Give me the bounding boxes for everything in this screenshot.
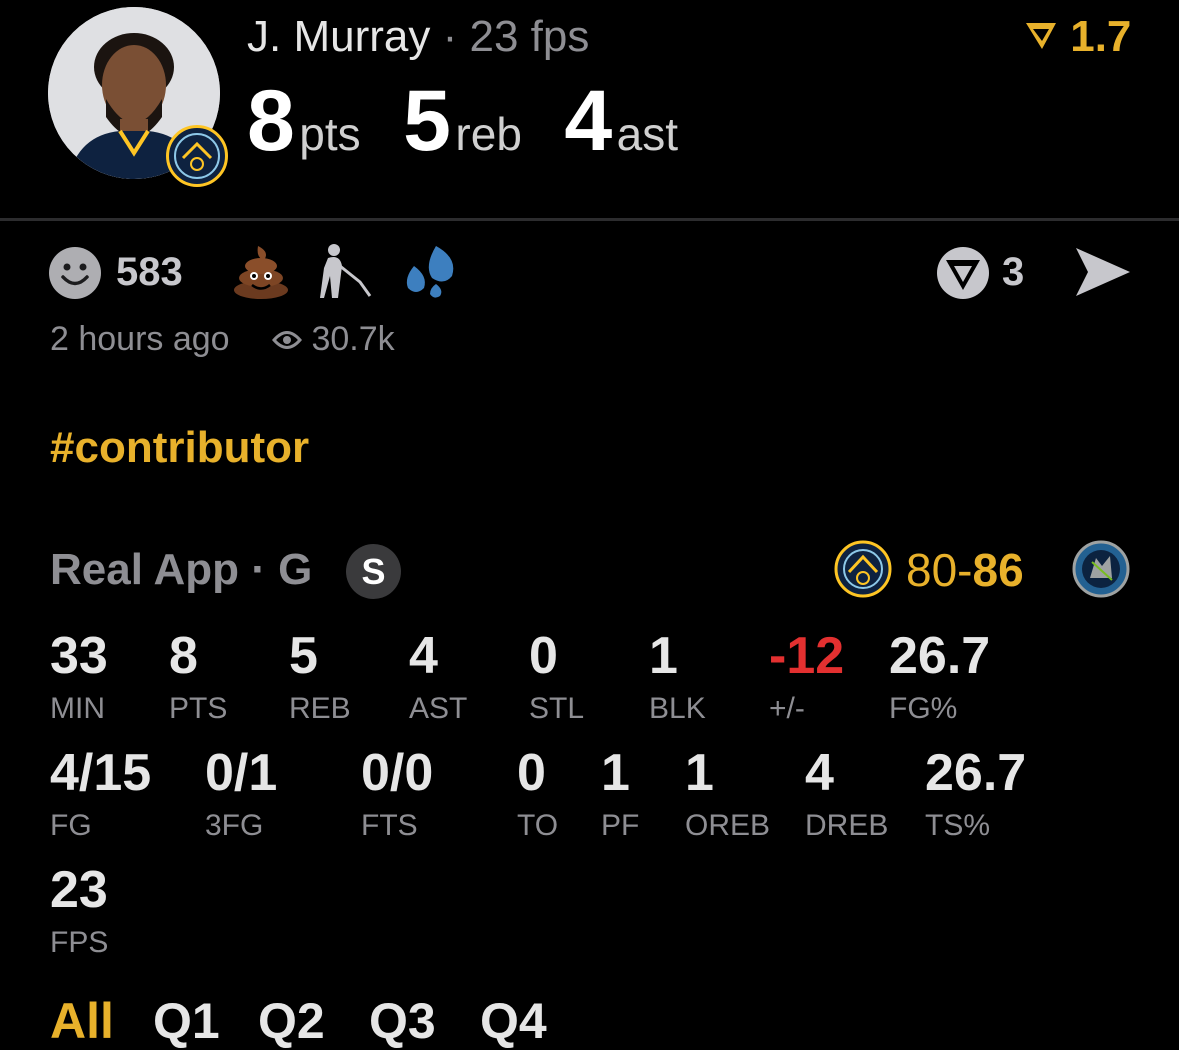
stat-value: 23 — [50, 861, 108, 919]
stat-label: +/- — [769, 692, 805, 725]
stat-ts-pct: 26.7 TS% — [925, 747, 1026, 843]
stat-ast: 4 AST — [409, 630, 467, 726]
stat-label: DREB — [805, 809, 889, 842]
smile-reaction-button[interactable] — [48, 246, 102, 305]
stat-value: 1 — [601, 744, 630, 802]
send-icon — [1076, 248, 1130, 296]
stat-label: TO — [517, 809, 559, 842]
ast-unit: ast — [616, 108, 679, 160]
s-badge: S — [346, 544, 401, 599]
stat-fps: 23 FPS — [50, 864, 108, 960]
stat-label: BLK — [649, 692, 706, 725]
v-count: 3 — [1002, 250, 1025, 294]
hashtag-link[interactable]: #contributor — [50, 423, 309, 473]
stat-oreb: 1 OREB — [685, 747, 770, 843]
stat-value: 0 — [529, 627, 558, 685]
stat-fg-pct: 26.7 FG% — [889, 630, 990, 726]
score-separator: - — [957, 544, 973, 596]
tab-q3[interactable]: Q3 — [369, 992, 436, 1050]
pts-unit: pts — [299, 108, 361, 160]
stat-label: REB — [289, 692, 351, 725]
smile-count: 583 — [116, 250, 183, 294]
stat-pts: 8 PTS — [169, 630, 227, 726]
eye-icon — [272, 331, 302, 349]
player-fps-inline: · 23 fps — [442, 12, 590, 61]
stat-label: MIN — [50, 692, 105, 725]
stat-label: OREB — [685, 809, 771, 842]
stat-value: -12 — [769, 627, 845, 685]
score-home: 80 — [906, 544, 958, 596]
header-divider — [0, 218, 1179, 221]
score-away: 86 — [972, 544, 1024, 596]
v-logo-icon — [937, 247, 989, 299]
stat-label: TS% — [925, 809, 991, 842]
stat-label: PTS — [169, 692, 228, 725]
stat-value: 0/1 — [205, 744, 278, 802]
game-source-label: Real App · G — [50, 545, 313, 594]
stat-value: 0/0 — [361, 744, 434, 802]
rating-badge[interactable]: 1.7 — [1024, 12, 1131, 62]
stat-value: 8 — [169, 627, 198, 685]
reb-unit: reb — [455, 108, 522, 160]
stat-stl: 0 STL — [529, 630, 584, 726]
stat-value: 1 — [685, 744, 714, 802]
game-score: 80-86 — [906, 543, 1024, 597]
views-count: 30.7k — [311, 320, 395, 358]
player-name: J. Murray — [247, 12, 431, 61]
stat-value: 4/15 — [50, 744, 152, 802]
stat-value: 4 — [409, 627, 438, 685]
stat-fg: 4/15 FG — [50, 747, 151, 843]
stat-value: 0 — [517, 744, 546, 802]
nuggets-logo-icon — [166, 125, 228, 187]
player-name-line: J. Murray · 23 fps — [247, 12, 589, 62]
stat-label: 3FG — [205, 809, 264, 842]
tab-q4[interactable]: Q4 — [480, 992, 547, 1050]
stat-label: FTS — [361, 809, 418, 842]
tab-all[interactable]: All — [50, 992, 114, 1050]
views-count-group: 30.7k — [272, 320, 395, 359]
smile-icon — [49, 247, 101, 299]
rating-value: 1.7 — [1070, 12, 1132, 61]
v-count-button[interactable] — [936, 246, 990, 305]
stat-label: PF — [601, 809, 640, 842]
stat-pf: 1 PF — [601, 747, 639, 843]
stat-3fg: 0/1 3FG — [205, 747, 277, 843]
stat-to: 0 TO — [517, 747, 558, 843]
stat-label: FPS — [50, 926, 109, 959]
reb-value: 5 — [403, 73, 451, 169]
share-button[interactable] — [1074, 246, 1132, 303]
sweat-droplets-emoji-icon[interactable] — [400, 242, 458, 305]
stat-value: 33 — [50, 627, 108, 685]
old-man-cane-emoji-icon[interactable] — [316, 242, 374, 305]
stat-value: 4 — [805, 744, 834, 802]
ast-value: 4 — [564, 73, 613, 169]
stat-value: 5 — [289, 627, 318, 685]
stat-blk: 1 BLK — [649, 630, 706, 726]
stat-min: 33 MIN — [50, 630, 108, 726]
stat-label: AST — [409, 692, 468, 725]
tab-q2[interactable]: Q2 — [258, 992, 325, 1050]
player-stat-line: 8 pts 5 reb 4 ast — [247, 72, 678, 171]
stat-label: FG% — [889, 692, 958, 725]
stat-plus-minus: -12 +/- — [769, 630, 844, 726]
stat-reb: 5 REB — [289, 630, 351, 726]
nuggets-team-logo-icon — [834, 540, 892, 603]
timberwolves-team-logo-icon — [1072, 540, 1130, 603]
stat-label: FG — [50, 809, 92, 842]
stat-dreb: 4 DREB — [805, 747, 888, 843]
poop-emoji-icon[interactable] — [232, 242, 290, 305]
post-time: 2 hours ago — [50, 320, 230, 358]
stat-fts: 0/0 FTS — [361, 747, 433, 843]
pts-value: 8 — [247, 73, 295, 169]
stat-value: 26.7 — [889, 627, 991, 685]
v-rating-icon — [1026, 23, 1056, 49]
stat-label: STL — [529, 692, 585, 725]
stat-value: 26.7 — [925, 744, 1027, 802]
tab-q1[interactable]: Q1 — [153, 992, 220, 1050]
stat-value: 1 — [649, 627, 678, 685]
